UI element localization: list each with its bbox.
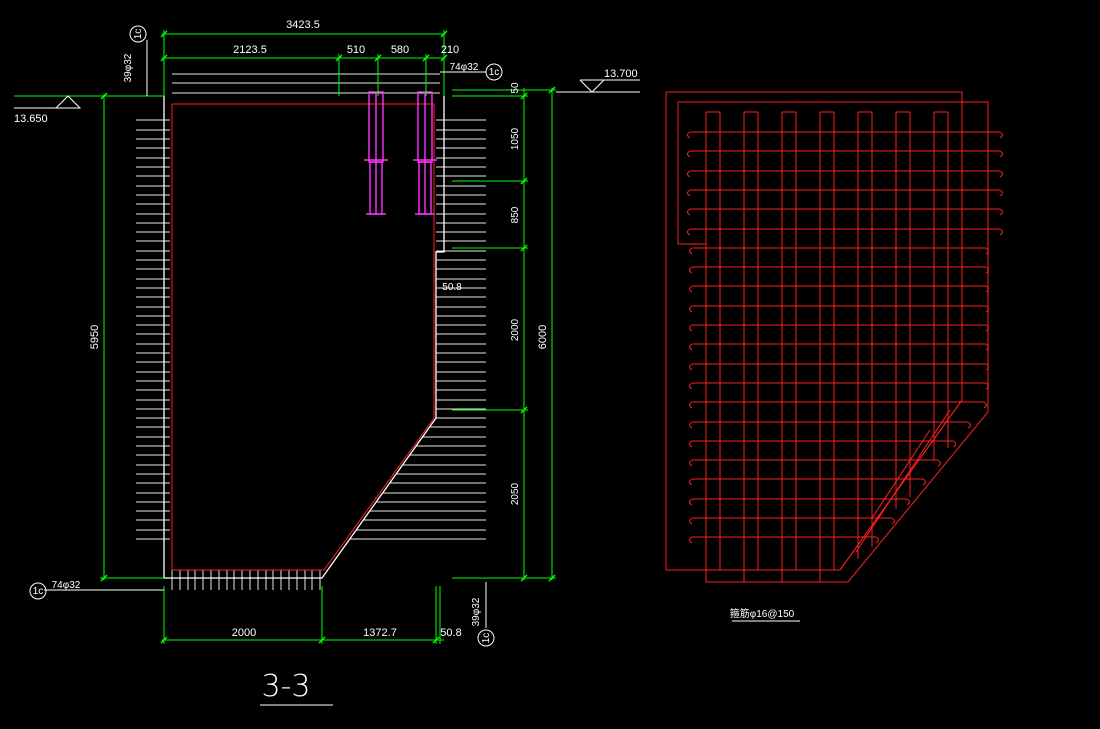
rebar-label-top-right: 74φ32 <box>450 62 479 73</box>
hook-left <box>689 266 693 274</box>
dim-left-height: 5950 <box>89 325 101 349</box>
dim-bottom-1: 2000 <box>232 627 256 639</box>
hook-left <box>689 305 693 313</box>
dim-bottom-2: 1372.7 <box>363 627 397 639</box>
hook-right <box>999 150 1003 158</box>
rebar-label-top-left: 39φ32 <box>123 53 134 82</box>
hook-left <box>687 150 691 158</box>
diagonal-bar <box>871 429 931 519</box>
hook-left <box>687 189 691 197</box>
hook-right <box>967 421 971 429</box>
hook-right <box>999 208 1003 216</box>
dim-right-3: 850 <box>510 206 521 223</box>
dim-top-3: 580 <box>391 44 409 56</box>
section-title: 3-3 <box>262 669 311 704</box>
dim-top-4: 210 <box>441 44 459 56</box>
hook-left <box>689 285 693 293</box>
hook-right <box>983 401 987 409</box>
hook-left <box>689 363 693 371</box>
hook-left <box>689 401 693 409</box>
rebar-grid <box>171 103 435 571</box>
hook-right <box>922 478 926 486</box>
hook-left <box>689 324 693 332</box>
hook-left <box>689 440 693 448</box>
stirrup-detail <box>665 91 1003 583</box>
dim-right-2: 1050 <box>510 127 521 150</box>
hook-left <box>687 170 691 178</box>
axis-label-1: 1c <box>133 29 144 40</box>
rebar-label-bottom-right: 39φ32 <box>471 597 482 626</box>
hook-left <box>689 421 693 429</box>
hook-right <box>999 131 1003 139</box>
detail-outline-inner <box>677 101 989 583</box>
dim-right-5: 2050 <box>510 482 521 505</box>
dim-top-2: 510 <box>347 44 365 56</box>
axis-label-3: 1c <box>33 586 44 597</box>
axis-label-2: 1c <box>489 67 500 78</box>
detail-outline-outer <box>665 91 963 571</box>
diagonal-bar <box>855 409 951 553</box>
dim-bottom-3: 50.8 <box>440 627 461 639</box>
dim-top-overall: 3423.5 <box>286 19 320 31</box>
hook-right <box>952 440 956 448</box>
hook-left <box>689 517 693 525</box>
dim-right-4: 2000 <box>510 318 521 341</box>
dim-top-1: 2123.5 <box>233 44 267 56</box>
rebar-boundary <box>171 103 435 571</box>
hook-right <box>999 170 1003 178</box>
hook-left <box>689 247 693 255</box>
hook-left <box>689 498 693 506</box>
hook-right <box>891 517 895 525</box>
dim-right-1: 50 <box>510 82 521 94</box>
hook-right <box>999 189 1003 197</box>
section-drawing: 1c 1c 1c 1c 3423.5 2123.5 510 580 210 20… <box>14 19 1003 706</box>
hook-right <box>875 536 879 544</box>
hook-left <box>687 208 691 216</box>
detail-caption: 箍筋φ16@150 <box>730 607 795 620</box>
rebar-label-bottom-left: 74φ32 <box>52 580 81 591</box>
level-left: 13.650 <box>14 113 48 125</box>
hook-left <box>689 382 693 390</box>
hook-right <box>906 498 910 506</box>
axis-label-4: 1c <box>481 633 492 644</box>
hook-right <box>937 459 941 467</box>
hook-left <box>687 131 691 139</box>
cad-canvas[interactable]: 1c 1c 1c 1c 3423.5 2123.5 510 580 210 20… <box>0 0 1100 729</box>
dim-right-overall: 6000 <box>537 325 549 349</box>
hook-left <box>689 478 693 486</box>
hook-right <box>999 228 1003 236</box>
hook-left <box>689 536 693 544</box>
dim-inner: 50.8 <box>442 282 462 293</box>
level-right: 13.700 <box>604 68 638 80</box>
hook-left <box>689 459 693 467</box>
hook-left <box>689 343 693 351</box>
hook-left <box>687 228 691 236</box>
